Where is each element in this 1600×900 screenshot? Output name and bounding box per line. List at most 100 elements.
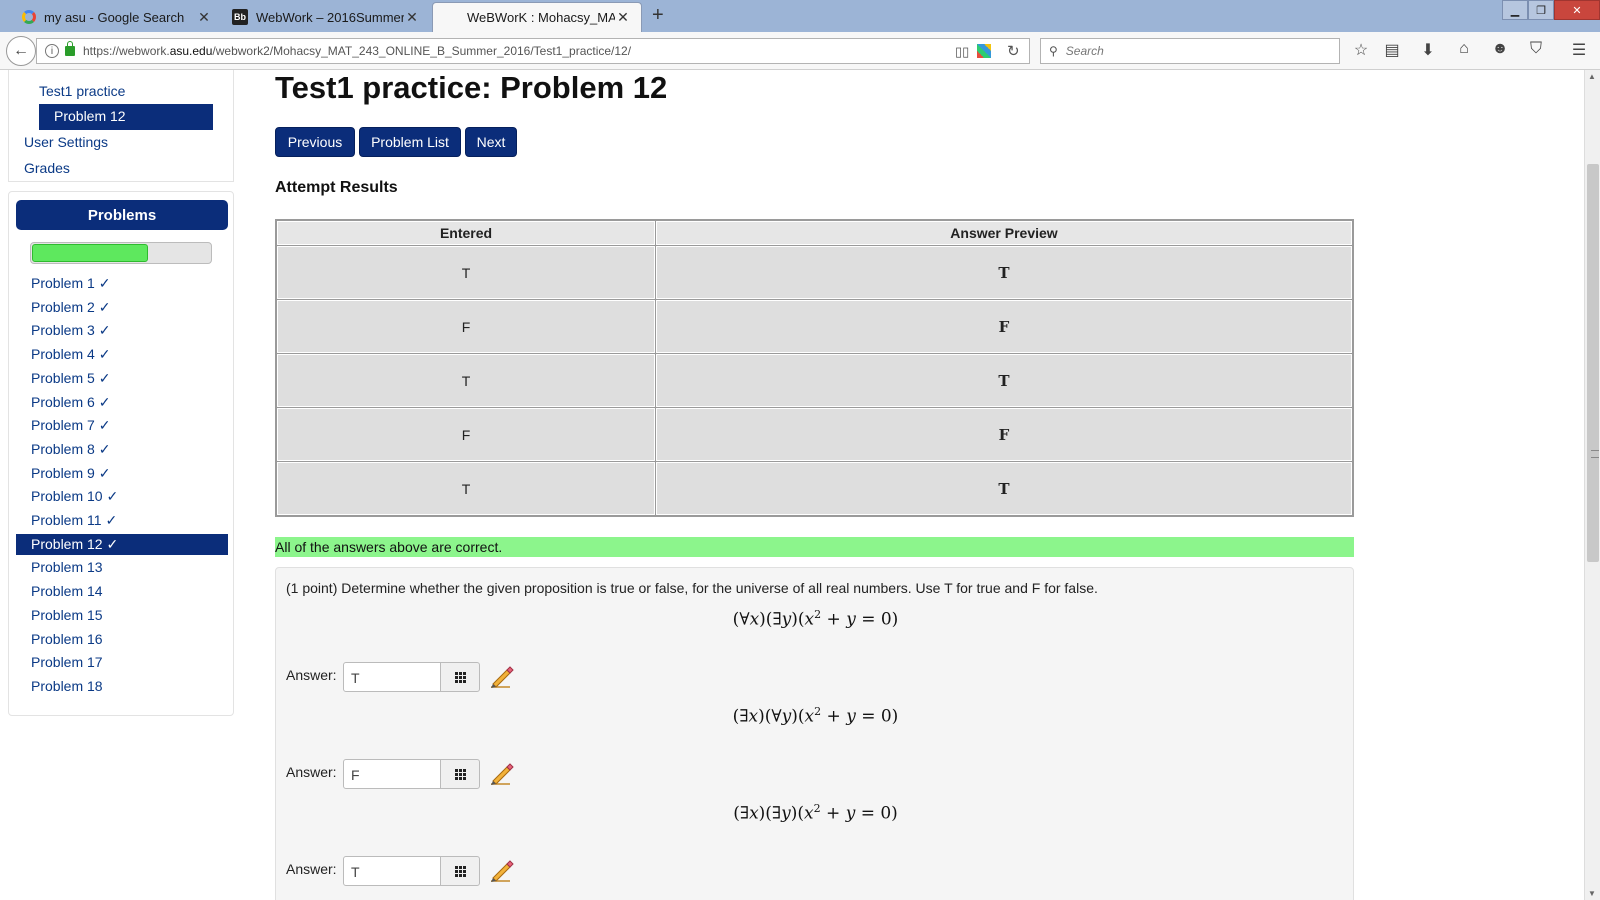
scrollbar-grip — [1591, 450, 1599, 458]
attempt-results-heading: Attempt Results — [275, 179, 398, 196]
nav-problem-12[interactable]: Problem 12 — [39, 104, 213, 130]
problem-list-item[interactable]: Problem 18 — [16, 676, 228, 697]
problem-list-item[interactable]: Problem 3 ✓ — [16, 320, 228, 341]
site-navigation: Test1 practice Problem 12 User Settings … — [8, 70, 234, 182]
grid-icon — [454, 768, 466, 780]
entered-cell: T — [277, 246, 655, 299]
window-close-icon[interactable]: ✕ — [1554, 0, 1600, 20]
problem-list-button[interactable]: Problem List — [359, 127, 461, 157]
pencil-icon[interactable] — [488, 664, 514, 690]
url-text: https://webwork.asu.edu/webwork2/Mohacsy… — [83, 44, 631, 58]
column-header-entered: Entered — [277, 221, 655, 245]
pencil-icon[interactable] — [488, 761, 514, 787]
quantifier-1: ∃ — [739, 706, 749, 727]
quantifier-2: ∃ — [772, 609, 782, 630]
attempt-results-table: Entered Answer Preview TTFFTTFFTT — [275, 219, 1354, 517]
problem-list-item[interactable]: Problem 9 ✓ — [16, 463, 228, 484]
equation-palette-button[interactable] — [440, 856, 480, 886]
url-bar[interactable]: i https://webwork.asu.edu/webwork2/Mohac… — [36, 38, 1030, 64]
answer-preview-cell: T — [656, 246, 1352, 299]
equation-palette-button[interactable] — [440, 662, 480, 692]
correct-status-message: All of the answers above are correct. — [275, 537, 1354, 557]
tab-webwork-active[interactable]: WeBWorK : Mohacsy_MAT... ✕ — [432, 2, 642, 32]
entered-cell: F — [277, 408, 655, 461]
library-icon[interactable]: ▤ — [1381, 40, 1403, 60]
pocket-icon[interactable]: ⛉ — [1525, 40, 1547, 58]
minimize-icon[interactable]: ▁ — [1502, 0, 1528, 20]
tab-title: WebWork – 2016SummerB... — [256, 9, 404, 25]
page-title: Test1 practice: Problem 12 — [275, 70, 668, 105]
scroll-up-icon[interactable]: ▲ — [1588, 72, 1596, 81]
problem-statement: (1 point) Determine whether the given pr… — [286, 580, 1098, 596]
close-icon[interactable]: ✕ — [404, 9, 420, 26]
problem-list-item[interactable]: Problem 13 — [16, 557, 228, 578]
reader-view-icon[interactable]: ▯▯ — [955, 44, 969, 60]
table-row: TT — [277, 354, 1352, 407]
results-body: TTFFTTFFTT — [277, 246, 1352, 515]
problem-list-item[interactable]: Problem 1 ✓ — [16, 273, 228, 294]
info-icon[interactable]: i — [45, 44, 59, 58]
problem-list-item[interactable]: Problem 14 — [16, 581, 228, 602]
problem-list-item[interactable]: Problem 4 ✓ — [16, 344, 228, 365]
equation-palette-button[interactable] — [440, 759, 480, 789]
scrollbar-thumb[interactable] — [1587, 164, 1599, 562]
extension-icon[interactable] — [977, 44, 991, 58]
answer-input[interactable]: T — [343, 856, 441, 886]
tab-google-search[interactable]: my asu - Google Search ✕ — [12, 2, 222, 32]
restore-icon[interactable]: ❐ — [1528, 0, 1554, 20]
close-icon[interactable]: ✕ — [196, 9, 212, 26]
problem-list-item[interactable]: Problem 2 ✓ — [16, 297, 228, 318]
problem-list-item[interactable]: Problem 6 ✓ — [16, 392, 228, 413]
problem-list-item[interactable]: Problem 10 ✓ — [16, 486, 228, 507]
reload-icon[interactable]: ↻ — [1007, 42, 1020, 60]
grid-icon — [454, 671, 466, 683]
table-row: FF — [277, 300, 1352, 353]
problem-list-item[interactable]: Problem 12 ✓ — [16, 533, 228, 555]
menu-icon[interactable]: ☰ — [1568, 40, 1590, 60]
bookmark-star-icon[interactable]: ☆ — [1350, 40, 1372, 60]
nav-test1-practice[interactable]: Test1 practice — [39, 83, 125, 99]
pencil-icon[interactable] — [488, 858, 514, 884]
answer-preview-cell: T — [656, 462, 1352, 515]
answer-preview-cell: F — [656, 408, 1352, 461]
back-arrow-icon[interactable]: ← — [6, 36, 36, 66]
problem-list-item[interactable]: Problem 16 — [16, 629, 228, 650]
scroll-down-icon[interactable]: ▼ — [1588, 889, 1596, 898]
download-icon[interactable]: ⬇ — [1417, 40, 1439, 60]
problem-list-item[interactable]: Problem 7 ✓ — [16, 415, 228, 436]
proposition-formula: (∃x)(∃y)(x2 + y = 0) — [733, 802, 898, 824]
chat-icon[interactable]: ☻ — [1489, 40, 1511, 58]
page-content: Test1 practice Problem 12 User Settings … — [0, 70, 1600, 900]
close-icon[interactable]: ✕ — [615, 9, 631, 26]
problem-list-item[interactable]: Problem 5 ✓ — [16, 368, 228, 389]
column-header-answer-preview: Answer Preview — [656, 221, 1352, 245]
tab-title: my asu - Google Search — [44, 9, 185, 25]
entered-cell: F — [277, 300, 655, 353]
answer-preview-cell: F — [656, 300, 1352, 353]
answer-input[interactable]: F — [343, 759, 441, 789]
url-prefix: https://webwork. — [83, 44, 170, 58]
search-bar[interactable]: ⚲ Search — [1040, 38, 1340, 64]
progress-bar-fill — [32, 244, 148, 262]
tab-webwork-blackboard[interactable]: Bb WebWork – 2016SummerB... ✕ — [222, 2, 430, 32]
problem-list-item[interactable]: Problem 15 — [16, 605, 228, 626]
answer-input[interactable]: T — [343, 662, 441, 692]
nav-grades[interactable]: Grades — [24, 160, 70, 176]
problem-list-item[interactable]: Problem 17 — [16, 652, 228, 673]
home-icon[interactable]: ⌂ — [1453, 40, 1475, 58]
quantifier-1: ∃ — [739, 803, 750, 824]
tab-title: WeBWorK : Mohacsy_MAT... — [467, 10, 615, 25]
next-button[interactable]: Next — [465, 127, 517, 157]
search-placeholder: Search — [1065, 44, 1104, 58]
lock-icon — [65, 41, 75, 56]
table-row: FF — [277, 408, 1352, 461]
problem-list-item[interactable]: Problem 11 ✓ — [16, 510, 228, 531]
problem-list-item[interactable]: Problem 8 ✓ — [16, 439, 228, 460]
page-scrollbar[interactable]: ▲ ▼ — [1584, 70, 1600, 900]
nav-user-settings[interactable]: User Settings — [24, 134, 108, 150]
answer-label: Answer: — [286, 861, 337, 877]
table-header-row: Entered Answer Preview — [277, 221, 1352, 245]
previous-button[interactable]: Previous — [275, 127, 355, 157]
proposition-formula: (∃x)(∀y)(x2 + y = 0) — [732, 705, 899, 727]
new-tab-plus-icon[interactable]: + — [652, 4, 664, 27]
